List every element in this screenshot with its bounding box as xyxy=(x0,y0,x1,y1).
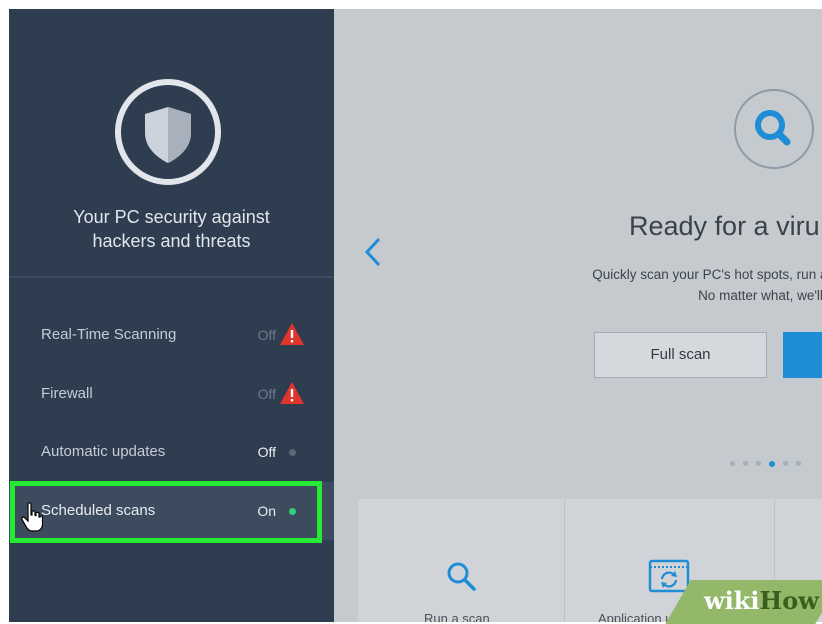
carousel-dot[interactable] xyxy=(796,461,801,467)
carousel-dot[interactable] xyxy=(743,461,748,467)
full-scan-button[interactable]: Full scan xyxy=(594,332,767,378)
wikihow-watermark: wikiHow xyxy=(664,580,822,624)
primary-scan-button[interactable] xyxy=(783,332,822,378)
carousel-dot-active[interactable] xyxy=(769,460,775,467)
sidebar-item-firewall[interactable]: Firewall Off xyxy=(9,365,334,423)
watermark-text: wikiHow xyxy=(704,586,819,615)
sidebar-tagline: Your PC security against hackers and thr… xyxy=(9,205,334,253)
watermark-wiki: wiki xyxy=(704,586,760,615)
warning-icon xyxy=(279,381,305,405)
search-icon xyxy=(734,89,814,169)
main-panel: Ready for a viru Quickly scan your PC's … xyxy=(334,9,822,622)
highlight-box xyxy=(10,481,322,543)
headline: Ready for a viru xyxy=(629,211,820,241)
item-status: Off xyxy=(257,444,276,460)
warning-icon xyxy=(279,322,305,346)
description-line-1: Quickly scan your PC's hot spots, run a … xyxy=(592,267,822,282)
app-window: Your PC security against hackers and thr… xyxy=(9,9,822,622)
sidebar-item-real-time-scanning[interactable]: Real-Time Scanning Off xyxy=(9,306,334,364)
status-dot-icon xyxy=(289,449,296,456)
tile-divider xyxy=(564,499,565,622)
item-status: Off xyxy=(257,327,276,343)
carousel-dot[interactable] xyxy=(730,461,735,467)
description-line-2: No matter what, we'll scan quietly so yo xyxy=(698,288,822,303)
tile-label-run-scan[interactable]: Run a scan xyxy=(424,611,490,622)
hand-cursor-icon xyxy=(21,502,44,532)
sidebar-divider xyxy=(9,276,334,278)
shield-icon xyxy=(113,77,223,187)
watermark-how: How xyxy=(759,586,819,615)
item-status: Off xyxy=(257,386,276,402)
search-icon[interactable] xyxy=(444,559,480,600)
sidebar: Your PC security against hackers and thr… xyxy=(9,9,334,622)
tagline-line-1: Your PC security against xyxy=(73,207,270,227)
item-label: Automatic updates xyxy=(41,443,166,460)
carousel-dot[interactable] xyxy=(783,461,788,467)
tagline-line-2: hackers and threats xyxy=(92,231,251,251)
item-label: Firewall xyxy=(41,385,93,402)
chevron-left-icon[interactable] xyxy=(364,237,382,267)
carousel-dot[interactable] xyxy=(756,461,761,467)
carousel-dots xyxy=(730,455,809,467)
item-label: Real-Time Scanning xyxy=(41,326,177,343)
description: Quickly scan your PC's hot spots, run a … xyxy=(414,264,822,306)
sidebar-item-automatic-updates[interactable]: Automatic updates Off xyxy=(9,423,334,481)
